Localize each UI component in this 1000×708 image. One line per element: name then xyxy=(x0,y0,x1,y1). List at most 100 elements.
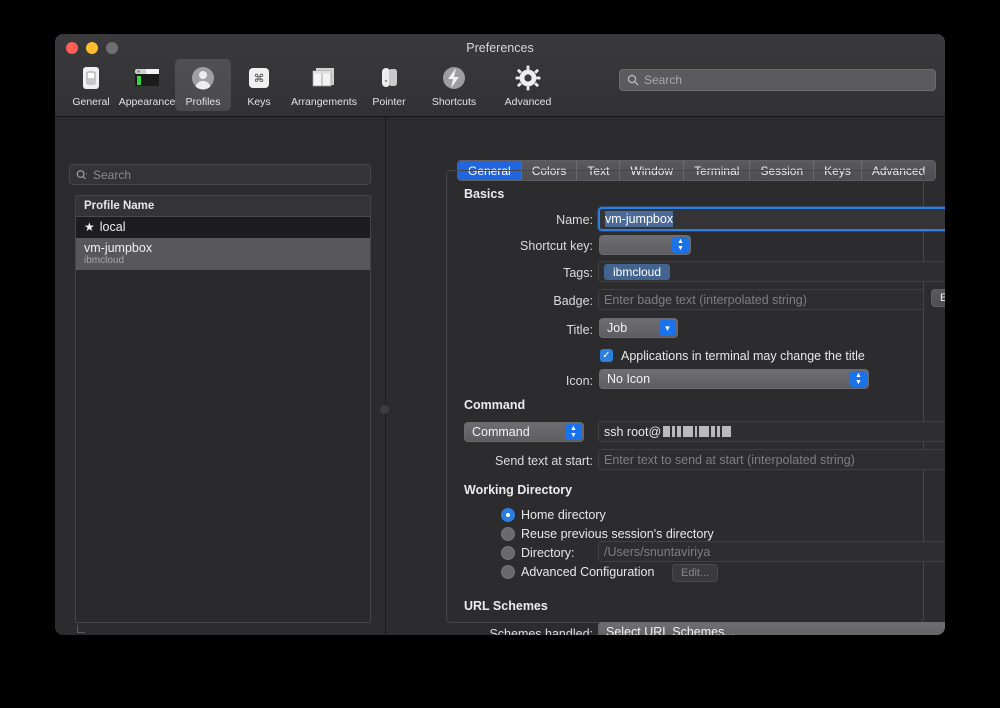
title-change-checkbox-label: Applications in terminal may change the … xyxy=(621,349,865,363)
name-input-value: vm-jumpbox xyxy=(605,211,674,227)
default-profile-star-icon: ★ xyxy=(84,220,95,234)
title-help-button[interactable]: ? xyxy=(945,319,946,336)
schemes-handled-label: Schemes handled: xyxy=(489,627,593,636)
shortcut-key-select[interactable]: ▲ ▼ xyxy=(599,235,691,255)
advanced-icon xyxy=(515,63,541,93)
svg-text:⌘: ⌘ xyxy=(254,72,265,85)
custom-directory-input[interactable]: /Users/snuntaviriya xyxy=(598,541,945,562)
icon-select[interactable]: No Icon ▲ ▼ xyxy=(599,369,869,389)
radio-home-directory-label: Home directory xyxy=(521,508,606,522)
tag-chip-ibmcloud[interactable]: ibmcloud xyxy=(604,263,671,280)
general-tab-panel: Basics Name: vm-jumpbox Shortcut key: ▲ ▼… xyxy=(446,170,945,635)
url-schemes-heading: URL Schemes xyxy=(464,599,548,613)
schemes-handled-value: Select URL Schemes... xyxy=(606,625,735,636)
basics-heading: Basics xyxy=(464,187,505,201)
toolbar-item-shortcuts[interactable]: Shortcuts xyxy=(417,59,491,111)
title-select[interactable]: Job ▾ xyxy=(599,318,678,338)
radio-advanced-configuration-label: Advanced Configuration xyxy=(521,565,655,579)
title-value: Job xyxy=(607,321,628,335)
search-icon xyxy=(627,74,639,86)
command-heading: Command xyxy=(464,398,526,412)
profile-row-name-wrap: vm-jumpbox xyxy=(84,241,362,255)
shortcut-key-label: Shortcut key: xyxy=(520,239,593,253)
badge-edit-button[interactable]: Edit... xyxy=(931,289,945,307)
working-directory-heading: Working Directory xyxy=(464,483,573,497)
toolbar-item-appearance[interactable]: Appearance xyxy=(119,59,175,111)
profile-search-input[interactable]: Search xyxy=(69,164,371,185)
toolbar-label: Advanced xyxy=(504,96,552,108)
profile-name: local xyxy=(99,220,126,234)
pointer-icon xyxy=(376,63,402,93)
toolbar-label: Appearance xyxy=(118,96,176,108)
custom-directory-placeholder: /Users/snuntaviriya xyxy=(604,544,711,559)
profile-list-column-header: Profile Name xyxy=(76,196,370,217)
title-change-checkbox[interactable]: ✓ xyxy=(600,349,613,362)
badge-input[interactable]: Enter badge text (interpolated string) xyxy=(598,289,924,310)
profile-list-resize-grip[interactable] xyxy=(75,623,371,635)
stepper-arrows-icon: ▲ ▼ xyxy=(850,371,867,387)
arrangements-icon xyxy=(310,63,338,93)
toolbar-item-arrangements[interactable]: Arrangements xyxy=(287,59,361,111)
command-value: ssh root@ xyxy=(604,424,662,439)
radio-reuse-previous-directory[interactable] xyxy=(501,527,515,541)
send-text-label: Send text at start: xyxy=(495,454,593,468)
profile-list[interactable]: Profile Name ★ local vm-jumpbox ibmcloud xyxy=(75,195,371,623)
badge-placeholder: Enter badge text (interpolated string) xyxy=(604,292,807,307)
stepper-arrows-icon: ▲ ▼ xyxy=(565,424,582,440)
appearance-icon xyxy=(133,63,161,93)
toolbar-search-placeholder: Search xyxy=(644,73,683,87)
toolbar-label: Keys xyxy=(247,96,271,108)
general-icon xyxy=(78,63,104,93)
icon-value: No Icon xyxy=(607,372,651,386)
toolbar-item-general[interactable]: General xyxy=(63,59,119,111)
radio-advanced-configuration[interactable] xyxy=(501,565,515,579)
toolbar-item-keys[interactable]: ⌘ Keys xyxy=(231,59,287,111)
command-type-value: Command xyxy=(472,425,530,439)
window-titlebar: Preferences General Appearance Profiles … xyxy=(55,34,945,117)
profile-list-row-vm-jumpbox[interactable]: vm-jumpbox ibmcloud xyxy=(76,238,370,270)
name-label: Name: xyxy=(556,213,593,227)
toolbar-label: Arrangements xyxy=(291,96,357,108)
toolbar-search-field[interactable]: Search xyxy=(619,69,936,91)
schemes-handled-select[interactable]: Select URL Schemes... ▾ xyxy=(598,622,945,636)
profile-detail-pane: General Colors Text Window Terminal Sess… xyxy=(386,117,945,635)
profile-list-row-local[interactable]: ★ local xyxy=(76,217,370,238)
toolbar-item-advanced[interactable]: Advanced xyxy=(491,59,565,111)
shortcuts-icon xyxy=(441,63,467,93)
profile-row-name-wrap: ★ local xyxy=(84,220,362,234)
radio-home-directory[interactable] xyxy=(501,508,515,522)
chevron-down-icon: ▾ xyxy=(659,320,676,336)
toolbar-label: General xyxy=(72,96,110,108)
profile-search-placeholder: Search xyxy=(93,167,132,182)
preferences-toolbar: General Appearance Profiles ⌘ Keys Arran… xyxy=(63,59,565,111)
tags-label: Tags: xyxy=(563,266,593,280)
title-label: Title: xyxy=(566,323,593,337)
icon-label: Icon: xyxy=(565,374,593,388)
badge-label: Badge: xyxy=(553,294,593,308)
advanced-configuration-edit-button[interactable]: Edit... xyxy=(672,564,719,582)
command-input[interactable]: ssh root@ xyxy=(598,421,945,442)
window-title: Preferences xyxy=(466,41,534,55)
command-type-select[interactable]: Command ▲ ▼ xyxy=(464,422,584,442)
radio-custom-directory[interactable] xyxy=(501,546,515,560)
send-text-input[interactable]: Enter text to send at start (interpolate… xyxy=(598,449,945,470)
toolbar-label: Profiles xyxy=(185,96,221,108)
toolbar-label: Pointer xyxy=(372,96,406,108)
profile-tags: ibmcloud xyxy=(84,255,125,266)
name-input[interactable]: vm-jumpbox xyxy=(598,207,945,231)
preferences-body: Search Profile Name ★ local vm-jumpbox i… xyxy=(55,117,945,635)
stepper-arrows-icon: ▲ ▼ xyxy=(672,237,689,253)
search-icon xyxy=(76,169,88,180)
preferences-window: Preferences General Appearance Profiles … xyxy=(54,33,946,636)
profiles-sidebar: Search Profile Name ★ local vm-jumpbox i… xyxy=(55,117,385,635)
toolbar-item-profiles[interactable]: Profiles xyxy=(175,59,231,111)
toolbar-label: Shortcuts xyxy=(431,96,477,108)
profile-name: vm-jumpbox xyxy=(84,241,153,255)
radio-custom-directory-label: Directory: xyxy=(521,546,575,560)
tags-input[interactable]: ibmcloud xyxy=(598,261,945,282)
send-text-placeholder: Enter text to send at start (interpolate… xyxy=(604,452,855,467)
toolbar-item-pointer[interactable]: Pointer xyxy=(361,59,417,111)
profiles-icon xyxy=(190,63,216,93)
keys-icon: ⌘ xyxy=(246,63,272,93)
radio-reuse-previous-directory-label: Reuse previous session's directory xyxy=(521,527,714,541)
